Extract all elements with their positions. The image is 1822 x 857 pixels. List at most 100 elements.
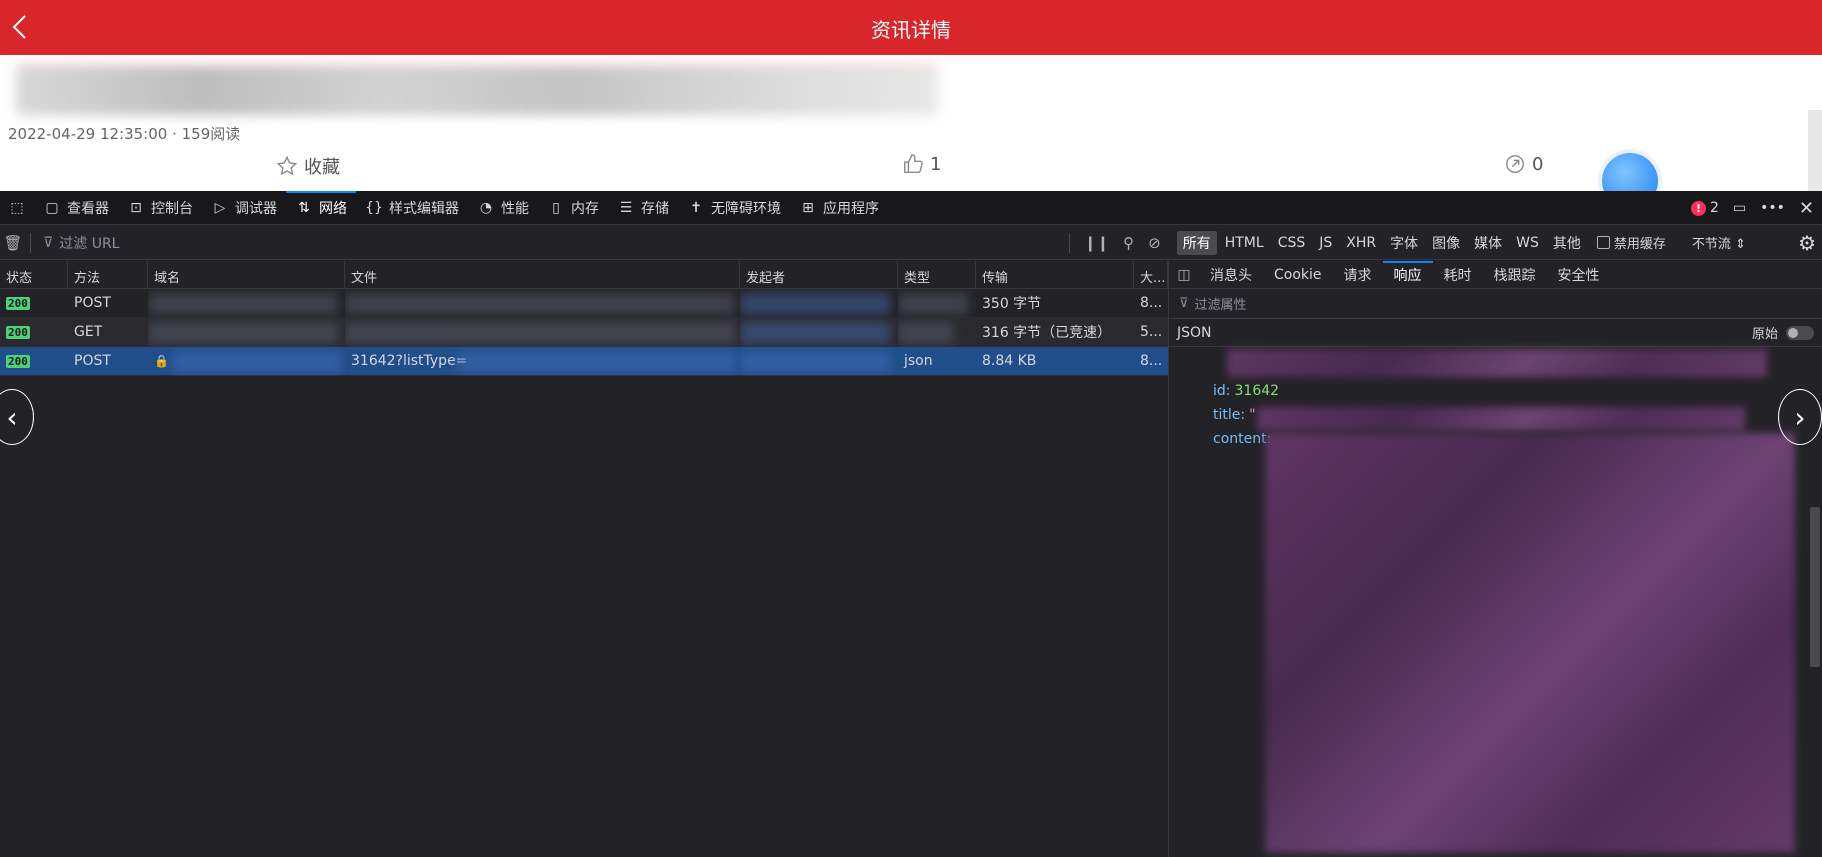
type-cell xyxy=(898,289,976,318)
tab-console[interactable]: ⊡ 控制台 xyxy=(118,191,202,225)
type-filter-other[interactable]: 其他 xyxy=(1547,231,1587,255)
close-icon[interactable]: ✕ xyxy=(1799,198,1814,219)
tab-cookie[interactable]: Cookie xyxy=(1263,261,1333,289)
col-size[interactable]: 大... xyxy=(1134,261,1168,288)
type-filter-xhr[interactable]: XHR xyxy=(1340,233,1382,253)
filter-placeholder: 过滤 URL xyxy=(59,235,120,252)
tab-request[interactable]: 请求 xyxy=(1333,261,1383,289)
initiator-cell xyxy=(740,289,898,318)
scrollbar-thumb[interactable] xyxy=(1810,507,1820,667)
filter-props-placeholder: 过滤属性 xyxy=(1194,298,1247,313)
redacted-blur xyxy=(1227,349,1767,377)
tab-memory[interactable]: ▯ 内存 xyxy=(538,191,608,225)
col-status[interactable]: 状态 xyxy=(0,261,68,288)
file-cell: 31642?listType= xyxy=(345,347,740,376)
request-table: 状态 方法 域名 文件 发起者 类型 传输 大... 200 POST 350 … xyxy=(0,261,1168,857)
type-cell xyxy=(898,318,976,347)
filter-funnel-icon: ⊽ xyxy=(43,234,54,251)
toolbar-right: ! 2 ▭ ••• ✕ xyxy=(1690,191,1814,225)
redacted-blur xyxy=(148,292,338,315)
page-scrollbar[interactable] xyxy=(1808,110,1822,195)
table-row[interactable]: 200 POST 350 字节 8... xyxy=(0,289,1168,318)
details-tabs: ◫ 消息头 Cookie 请求 响应 耗时 栈跟踪 安全性 xyxy=(1169,260,1822,289)
redacted-blur xyxy=(898,321,953,344)
tab-security[interactable]: 安全性 xyxy=(1547,261,1611,289)
gear-icon[interactable]: ⚙ xyxy=(1798,231,1816,255)
type-filter-media[interactable]: 媒体 xyxy=(1468,231,1508,255)
thumbs-up-icon xyxy=(904,154,923,173)
tab-inspector[interactable]: ▢ 查看器 xyxy=(34,191,118,225)
tab-style-editor[interactable]: {} 样式编辑器 xyxy=(356,191,468,225)
col-transfer[interactable]: 传输 xyxy=(976,261,1134,288)
status-cell: 200 xyxy=(0,318,68,347)
redacted-blur xyxy=(740,292,890,315)
tab-storage[interactable]: ☰ 存储 xyxy=(608,191,678,225)
element-picker-button[interactable]: ⬚ xyxy=(0,191,34,225)
tab-debugger[interactable]: ▷ 调试器 xyxy=(202,191,286,225)
tab-network[interactable]: ⇅ 网络 xyxy=(286,190,356,225)
filter-properties-input[interactable]: ⊽ 过滤属性 xyxy=(1169,289,1822,319)
search-icon[interactable]: ⚲ xyxy=(1123,234,1134,252)
type-filter-images[interactable]: 图像 xyxy=(1426,231,1466,255)
pause-icon[interactable]: ❙❙ xyxy=(1084,234,1109,252)
tab-accessibility[interactable]: ✝ 无障碍环境 xyxy=(678,191,790,225)
disable-cache-label: 禁用缓存 xyxy=(1613,237,1666,252)
file-cell xyxy=(345,318,740,347)
tab-label: 样式编辑器 xyxy=(389,200,459,217)
gauge-icon: ◔ xyxy=(479,199,493,216)
method-cell: POST xyxy=(74,353,111,369)
tab-stack-trace[interactable]: 栈跟踪 xyxy=(1483,261,1547,289)
block-icon[interactable]: ⊘ xyxy=(1148,234,1161,252)
url-filter-input[interactable]: ⊽ 过滤 URL xyxy=(35,233,1065,253)
raw-toggle[interactable]: 原始 xyxy=(1752,323,1814,342)
tab-performance[interactable]: ◔ 性能 xyxy=(468,191,538,225)
toggle-sidebar-icon[interactable]: ◫ xyxy=(1169,267,1199,283)
table-row[interactable]: 200 GET 316 字节（已竞速） 5... xyxy=(0,318,1168,347)
error-counter[interactable]: ! 2 xyxy=(1690,200,1719,216)
picker-icon: ⬚ xyxy=(10,199,24,216)
throttle-select[interactable]: 不节流 ⇕ xyxy=(1692,233,1746,252)
json-key: id: xyxy=(1213,383,1231,399)
method-cell: GET xyxy=(74,324,103,340)
col-method[interactable]: 方法 xyxy=(68,261,148,288)
col-initiator[interactable]: 发起者 xyxy=(740,261,898,288)
domain-cell xyxy=(148,318,345,347)
network-filter-bar: 🗑 ⊽ 过滤 URL ❙❙ ⚲ ⊘ 所有 HTML CSS JS XHR 字体 … xyxy=(0,226,1822,260)
tab-timings[interactable]: 耗时 xyxy=(1433,261,1483,289)
file-cell xyxy=(345,289,740,318)
tab-label: 存储 xyxy=(641,200,669,217)
col-domain[interactable]: 域名 xyxy=(148,261,345,288)
type-filter-fonts[interactable]: 字体 xyxy=(1384,231,1424,255)
blurred-headline xyxy=(16,65,938,115)
divider xyxy=(1069,232,1070,253)
tab-label: 性能 xyxy=(501,200,529,217)
col-file[interactable]: 文件 xyxy=(345,261,740,288)
type-filter-js[interactable]: JS xyxy=(1313,233,1338,253)
redacted-blur xyxy=(148,321,338,344)
trash-icon[interactable]: 🗑 xyxy=(0,234,26,252)
type-filter-all[interactable]: 所有 xyxy=(1176,230,1217,255)
col-type[interactable]: 类型 xyxy=(898,261,976,288)
type-filter-ws[interactable]: WS xyxy=(1510,233,1545,253)
table-row-selected[interactable]: 200 POST 🔒 31642?listType= json 8.84 KB … xyxy=(0,347,1168,376)
type-filter-html[interactable]: HTML xyxy=(1219,233,1270,253)
type-filters: 所有 HTML CSS JS XHR 字体 图像 媒体 WS 其他 xyxy=(1176,230,1587,255)
toggle-switch xyxy=(1786,325,1814,340)
share-button[interactable]: 0 xyxy=(1504,153,1543,175)
tab-application[interactable]: ⊞ 应用程序 xyxy=(790,191,888,225)
json-string: " xyxy=(1249,407,1256,423)
braces-icon: {} xyxy=(365,199,383,216)
tab-label: 网络 xyxy=(319,200,347,217)
tab-headers[interactable]: 消息头 xyxy=(1199,261,1263,289)
like-button[interactable]: 1 xyxy=(902,153,941,175)
next-arrow-button[interactable]: › xyxy=(1778,389,1822,445)
more-options-icon[interactable]: ••• xyxy=(1760,200,1785,216)
responsive-design-icon[interactable]: ▭ xyxy=(1733,200,1746,216)
json-number: 31642 xyxy=(1234,383,1280,399)
storage-icon: ☰ xyxy=(619,199,633,216)
favorite-button[interactable]: 收藏 xyxy=(276,153,340,179)
tab-response[interactable]: 响应 xyxy=(1382,260,1433,289)
disable-cache-checkbox[interactable]: 禁用缓存 xyxy=(1596,233,1666,252)
redacted-blur xyxy=(345,292,735,315)
type-filter-css[interactable]: CSS xyxy=(1272,233,1312,253)
